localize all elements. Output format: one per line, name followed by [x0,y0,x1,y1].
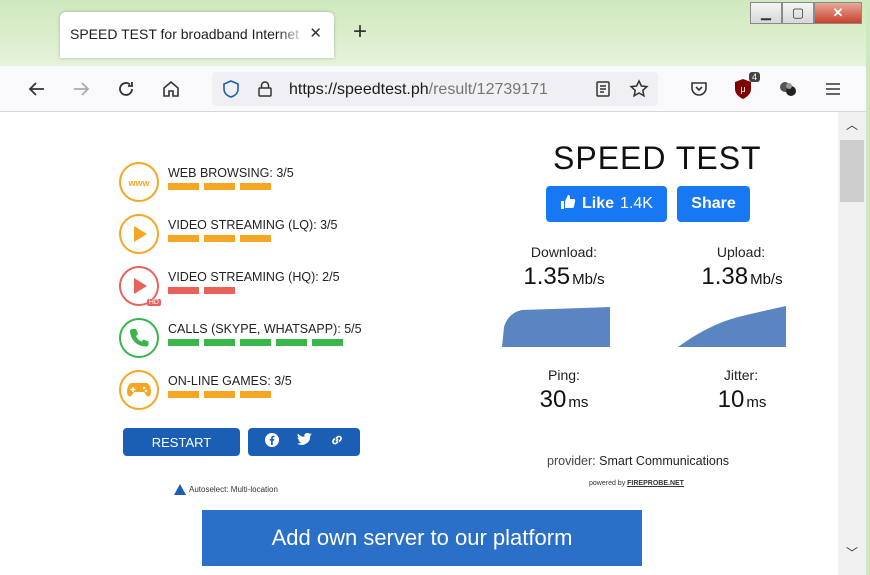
www-icon: www [119,162,159,202]
fireprobe-link[interactable]: FIREPROBE.NET [627,480,684,487]
close-window-button[interactable]: ✕ [814,2,862,24]
ping-label: Ping: [548,367,580,383]
page-content: www WEB BROWSING: 3/5 VIDEO STREAMING (LQ)… [0,112,838,575]
autoselect-text: Autoselect: Multi-location [189,485,278,494]
score-bar [204,235,235,242]
score-bars [168,339,343,346]
category-row: VIDEO STREAMING (LQ): 3/5 [119,214,379,256]
page-title: SPEED TEST [553,140,762,176]
scrollbar[interactable]: ︿ ﹀ [838,112,866,575]
link-icon[interactable] [330,433,344,452]
download-value: 1.35 Mb/s [523,263,605,290]
phone-icon [119,318,159,358]
scroll-up-icon[interactable]: ︿ [846,116,858,133]
score-bar [240,339,271,346]
address-bar[interactable]: https://speedtest.ph/result/12739171 [212,72,658,106]
hd-badge: HD [146,299,161,306]
download-label: Download: [530,244,598,260]
score-bar [168,391,199,398]
score-bar [204,339,235,346]
reader-view-icon[interactable] [590,76,616,102]
home-icon[interactable] [158,76,184,102]
category-row: CALLS (SKYPE, WHATSAPP): 5/5 [119,318,379,360]
scrollbar-thumb[interactable] [840,140,864,202]
score-bar [240,235,271,242]
category-row: ON-LINE GAMES: 3/5 [119,370,379,412]
jitter-label: Jitter: [723,367,759,383]
score-bar [168,287,199,294]
forward-icon[interactable] [68,76,94,102]
window-titlebar: SPEED TEST for broadband Internet ✕ + ▁ … [0,0,870,66]
pocket-icon[interactable] [686,76,712,102]
score-bar [240,183,271,190]
facebook-share-button[interactable]: Share [677,186,750,222]
score-bar [204,183,235,190]
score-bar [168,235,199,242]
score-bar [204,391,235,398]
facebook-icon[interactable] [264,432,279,452]
add-server-banner[interactable]: Add own server to our platform [202,510,642,566]
tab-close-icon[interactable]: ✕ [309,24,322,42]
category-row: www WEB BROWSING: 3/5 [119,162,379,204]
restart-button[interactable]: RESTART [123,428,240,456]
score-bar [168,339,199,346]
score-bar [276,339,307,346]
ublock-extension-icon[interactable]: μ 4 [730,72,760,102]
new-tab-button[interactable]: + [353,20,367,44]
window-border [866,0,870,575]
score-bar [240,391,271,398]
tab-title: SPEED TEST for broadband Internet [70,26,300,42]
facebook-like-button[interactable]: Like 1.4K [546,186,667,222]
score-bar [312,339,343,346]
category-label: WEB BROWSING: 3/5 [168,166,294,180]
share-buttons [248,428,360,456]
lock-icon[interactable] [252,76,278,102]
browser-tab[interactable]: SPEED TEST for broadband Internet ✕ [60,12,334,58]
menu-hamburger-icon[interactable] [820,76,846,102]
play-hd-icon: HD [119,266,161,306]
powered-by: powered by FIREPROBE.NET [589,480,684,487]
bookmark-star-icon[interactable] [626,76,652,102]
extension-badge: 4 [748,72,760,82]
score-bars [168,235,271,242]
url-text: https://speedtest.ph/result/12739171 [289,81,548,98]
svg-text:μ: μ [740,84,745,94]
category-label: VIDEO STREAMING (HQ): 2/5 [168,270,340,284]
minimize-button[interactable]: ▁ [750,2,782,24]
window-controls: ▁ ▢ ✕ [750,2,862,24]
score-bar [168,183,199,190]
upload-value: 1.38 Mb/s [701,263,783,290]
category-row: HD VIDEO STREAMING (HQ): 2/5 [119,266,379,308]
reload-icon[interactable] [113,76,139,102]
category-label: VIDEO STREAMING (LQ): 3/5 [168,218,338,232]
score-bars [168,391,271,398]
category-label: CALLS (SKYPE, WHATSAPP): 5/5 [168,322,362,336]
like-label: Like [582,195,615,212]
play-icon [119,214,159,254]
thumbs-up-icon [560,194,576,215]
score-bar [204,287,235,294]
upload-label: Upload: [716,244,766,260]
autoselect-note: Autoselect: Multi-location [174,484,278,495]
score-bars [168,183,271,190]
score-bars [168,287,235,294]
svg-text:www: www [127,178,150,188]
navigation-toolbar: https://speedtest.ph/result/12739171 μ 4 [0,66,870,112]
gamepad-icon [119,370,159,410]
back-icon[interactable] [24,76,50,102]
extension-circles-icon[interactable] [775,76,801,102]
location-triangle-icon [174,484,186,495]
maximize-button[interactable]: ▢ [782,2,814,24]
category-label: ON-LINE GAMES: 3/5 [168,374,292,388]
scroll-down-icon[interactable]: ﹀ [846,544,858,561]
ping-value: 30 ms [539,386,589,413]
upload-sparkline [678,306,786,347]
shield-icon[interactable] [218,76,244,102]
like-count: 1.4K [620,195,653,212]
download-sparkline [502,307,610,347]
jitter-value: 10 ms [717,386,767,413]
provider-info: provider: Smart Communications [547,454,730,468]
twitter-icon[interactable] [296,432,312,451]
